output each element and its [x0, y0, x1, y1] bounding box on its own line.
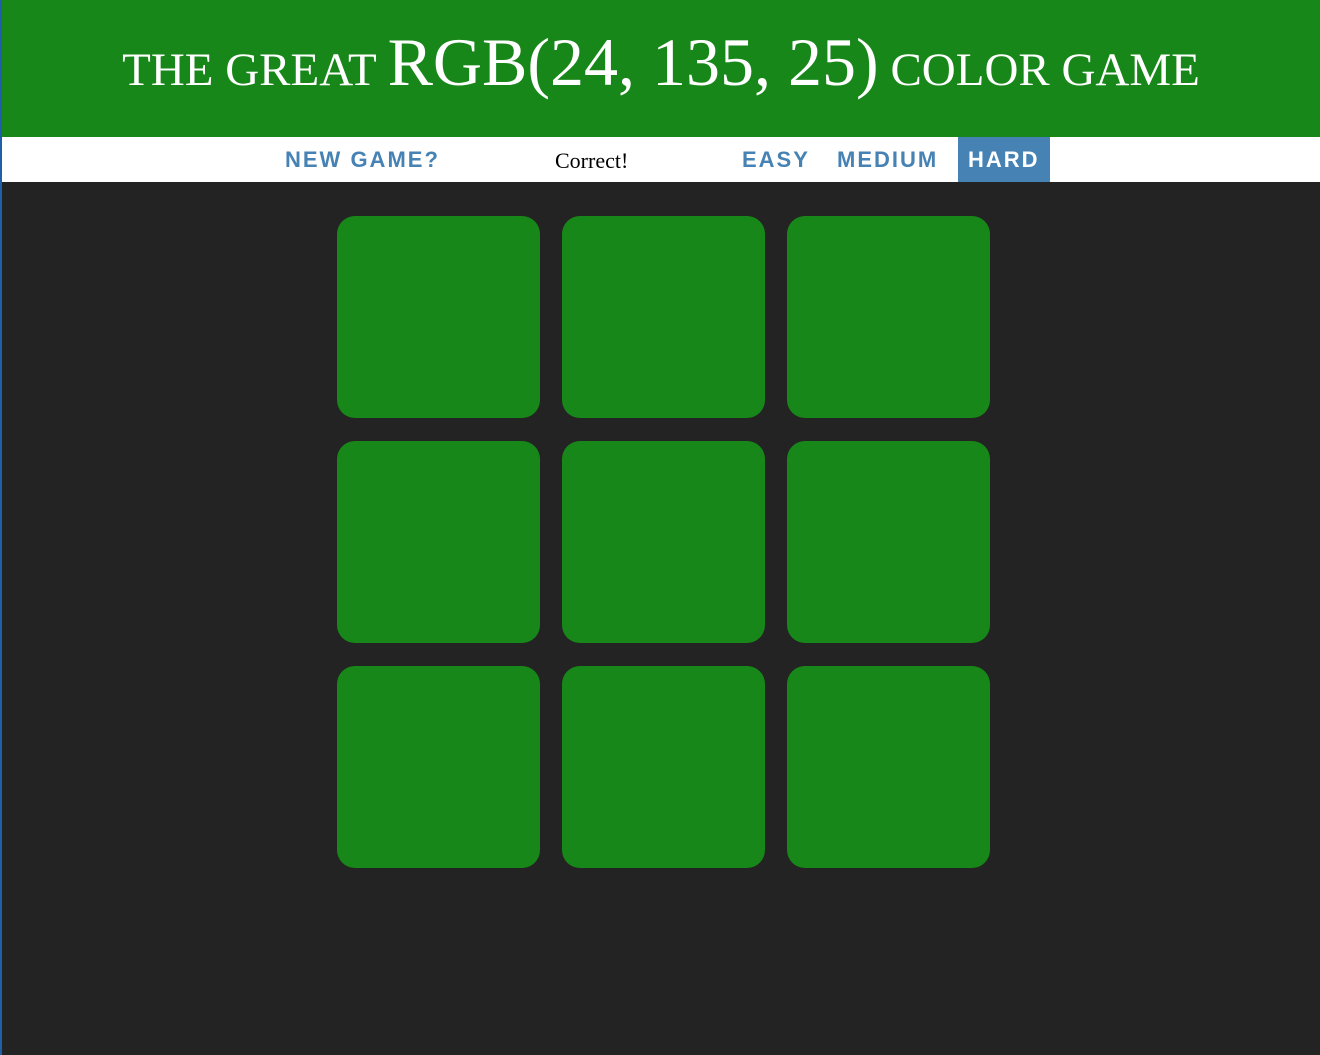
- page-title: The Great RGB(24, 135, 25) Color Game: [2, 0, 1320, 97]
- hard-mode-button[interactable]: Hard: [958, 137, 1050, 182]
- status-message: Correct!: [555, 148, 629, 173]
- color-square[interactable]: [787, 216, 990, 418]
- color-square[interactable]: [562, 216, 765, 418]
- control-stripe: New Game? Correct! Easy Medium Hard: [2, 137, 1320, 182]
- color-square-grid: [337, 216, 990, 868]
- rgb-display: RGB(24, 135, 25): [387, 24, 879, 100]
- easy-mode-button[interactable]: Easy: [742, 137, 810, 182]
- color-square[interactable]: [787, 441, 990, 643]
- color-square[interactable]: [337, 441, 540, 643]
- color-square[interactable]: [562, 441, 765, 643]
- medium-mode-button[interactable]: Medium: [837, 137, 938, 182]
- color-square[interactable]: [787, 666, 990, 868]
- new-game-button[interactable]: New Game?: [285, 137, 440, 182]
- header: The Great RGB(24, 135, 25) Color Game: [2, 0, 1320, 137]
- title-suffix: Color Game: [890, 44, 1200, 96]
- title-prefix: The Great: [122, 44, 376, 96]
- color-square[interactable]: [562, 666, 765, 868]
- color-square[interactable]: [337, 666, 540, 868]
- color-square[interactable]: [337, 216, 540, 418]
